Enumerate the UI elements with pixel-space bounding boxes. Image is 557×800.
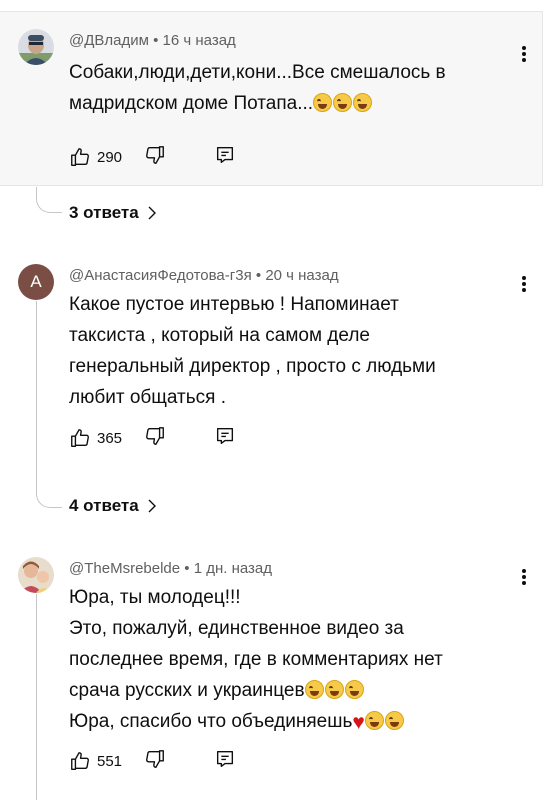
comment-meta: @АнастасияФедотова-г3я • 20 ч назад — [69, 267, 339, 284]
thread-connector — [36, 187, 62, 213]
comment-line-with-emoji: мадридском доме Потапа... — [69, 88, 499, 119]
reply-button[interactable] — [214, 425, 236, 452]
laughing-tears-emoji — [384, 711, 404, 730]
thumbs-up-icon — [71, 752, 89, 770]
avatar[interactable] — [18, 557, 54, 593]
comment-line: Юра, спасибо что объединяешь — [69, 711, 353, 732]
thread-connector — [36, 301, 62, 508]
avatar[interactable]: А — [18, 264, 54, 300]
comment-text: Юра, ты молодец!!! Это, пожалуй, единств… — [69, 582, 499, 738]
meta-separator: • — [255, 267, 262, 284]
laughing-tears-emoji — [353, 93, 373, 112]
comment-line: Это, пожалуй, единственное видео за — [69, 618, 404, 639]
red-heart-emoji: ♥ — [352, 711, 365, 734]
reply-icon — [217, 146, 234, 163]
laughing-tears-emoji — [324, 680, 344, 699]
author-name[interactable]: @TheMsrebelde — [69, 560, 180, 577]
like-button[interactable]: 365 — [69, 427, 122, 449]
comment-actions: 365 — [69, 426, 236, 450]
like-count: 290 — [97, 148, 123, 166]
comment-thread: @ДВладим • 16 ч назад Собаки,люди,дети,к… — [0, 0, 557, 222]
like-button[interactable]: 290 — [69, 146, 122, 168]
reply-button[interactable] — [214, 144, 236, 171]
dislike-button[interactable] — [144, 144, 166, 171]
comment-actions: 290 — [69, 145, 236, 169]
comment-text: Собаки,люди,дети,кони...Все смешалось в … — [69, 57, 499, 119]
laughing-tears-emoji — [304, 680, 324, 699]
like-count: 551 — [97, 752, 123, 770]
view-replies-button[interactable]: 4 ответа — [69, 496, 157, 516]
reply-icon — [217, 427, 234, 444]
comment-actions: 551 — [69, 749, 236, 773]
comment-line-with-emoji: срача русских и украинцев — [69, 675, 499, 706]
comment-line: срача русских и украинцев — [69, 680, 305, 701]
comment-highlighted: @ДВладим • 16 ч назад Собаки,люди,дети,к… — [0, 11, 543, 186]
laughing-tears-emoji — [333, 93, 353, 112]
comment-line: мадридском доме Потапа... — [69, 93, 314, 114]
replies-count: 3 ответа — [69, 203, 139, 222]
avatar[interactable] — [18, 29, 54, 65]
view-replies-button[interactable]: 3 ответа — [69, 203, 157, 223]
more-vertical-icon[interactable] — [514, 565, 534, 589]
dislike-button[interactable] — [144, 425, 166, 452]
laughing-tears-emoji — [313, 93, 333, 112]
chevron-right-icon — [148, 499, 156, 513]
thumbs-up-icon — [71, 148, 89, 166]
like-button[interactable]: 551 — [69, 750, 122, 772]
laughing-tears-emoji — [364, 711, 384, 730]
thumbs-up-icon — [71, 429, 89, 447]
meta-separator: • — [184, 560, 190, 577]
comment-text: Какое пустое интервью ! Напоминает такси… — [69, 289, 499, 413]
comment-meta: @TheMsrebelde • 1 дн. назад — [69, 560, 272, 577]
author-name[interactable]: @ДВладим — [69, 32, 149, 49]
chevron-right-icon — [148, 206, 156, 220]
more-vertical-icon[interactable] — [514, 272, 534, 296]
thumbs-down-icon — [146, 749, 164, 768]
author-name[interactable]: @АнастасияФедотова-г3я — [69, 267, 252, 284]
comment-line: Какое пустое интервью ! Напоминает — [69, 294, 399, 315]
thumbs-down-icon — [146, 145, 164, 164]
replies-count: 4 ответа — [69, 496, 139, 515]
comment-time: 16 ч назад — [162, 32, 236, 49]
comment-time: 1 дн. назад — [193, 560, 273, 577]
comment-meta: @ДВладим • 16 ч назад — [69, 32, 236, 49]
comment-time: 20 ч назад — [265, 267, 339, 284]
thread-connector — [36, 594, 37, 800]
comment-line: Юра, ты молодец!!! — [69, 587, 241, 608]
reply-icon — [217, 750, 234, 767]
more-vertical-icon[interactable] — [514, 42, 534, 66]
comment-line-with-emoji: Юра, спасибо что объединяешь♥ — [69, 706, 499, 738]
dislike-button[interactable] — [144, 748, 166, 775]
comment-line: Собаки,люди,дети,кони...Все смешалось в — [69, 62, 446, 83]
comment-line: таксиста , который на самом деле — [69, 325, 370, 346]
laughing-tears-emoji — [344, 680, 364, 699]
reply-button[interactable] — [214, 748, 236, 775]
comment-line: любит общаться . — [69, 387, 226, 408]
like-count: 365 — [97, 429, 123, 447]
thumbs-down-icon — [146, 426, 164, 445]
comment-line: последнее время, где в комментариях нет — [69, 649, 443, 670]
comment-line: генеральный директор , просто с людьми — [69, 356, 436, 377]
meta-separator: • — [153, 32, 159, 49]
